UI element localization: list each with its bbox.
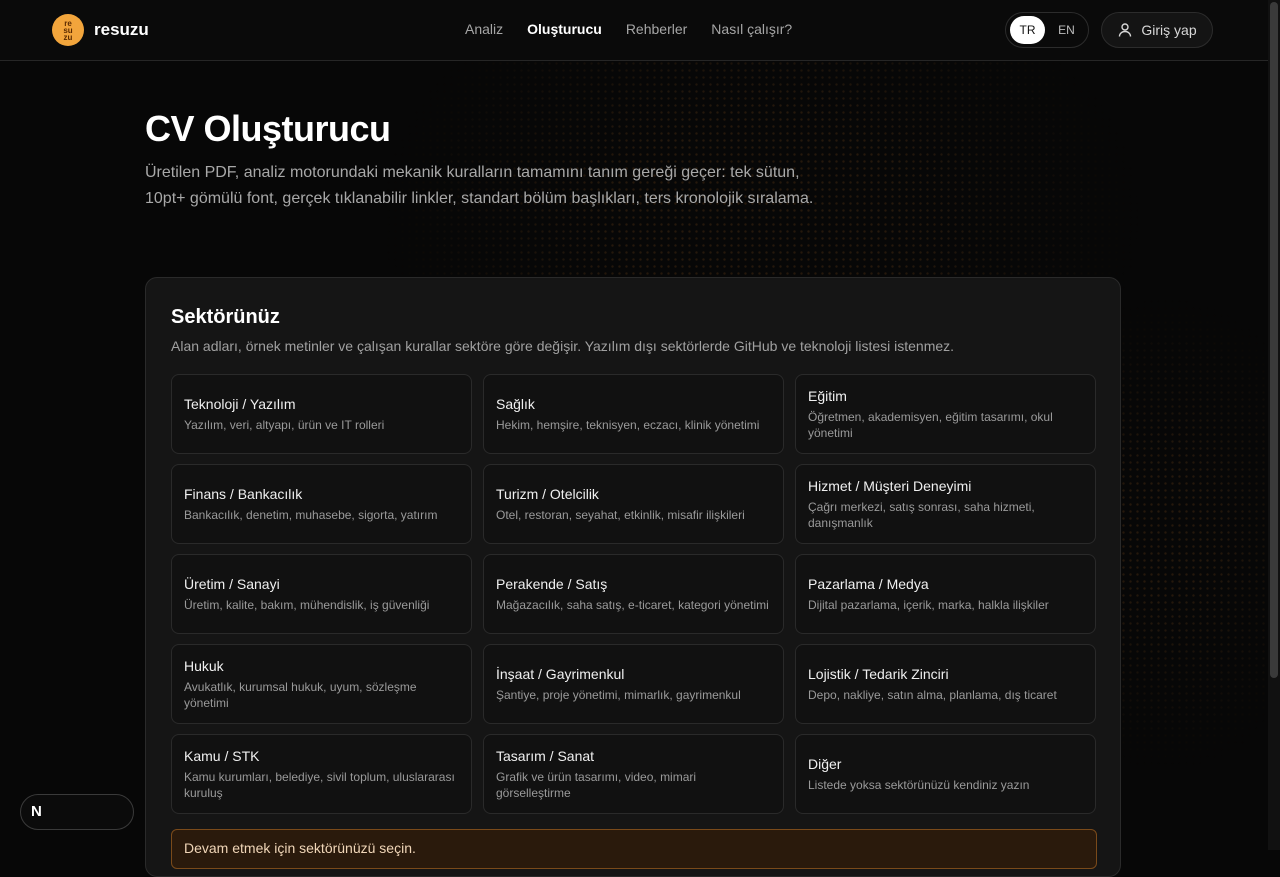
sector-card-hizmet[interactable]: Hizmet / Müşteri Deneyimi Çağrı merkezi, …	[795, 464, 1096, 544]
sector-card-desc: Dijital pazarlama, içerik, marka, halkla…	[808, 597, 1049, 612]
scrollbar-thumb[interactable]	[1270, 2, 1278, 678]
sector-card-title: Diğer	[808, 755, 842, 772]
sector-panel: Sektörünüz Alan adları, örnek metinler v…	[145, 277, 1121, 877]
login-button[interactable]: Giriş yap	[1101, 12, 1213, 48]
sector-card-desc: Otel, restoran, seyahat, etkinlik, misaf…	[496, 507, 745, 522]
sector-card-desc: Yazılım, veri, altyapı, ürün ve IT rolle…	[184, 417, 385, 432]
nav-olusturucu[interactable]: Oluşturucu	[527, 21, 602, 37]
sector-card-saglik[interactable]: Sağlık Hekim, hemşire, teknisyen, eczacı,…	[483, 374, 784, 454]
select-sector-warning: Devam etmek için sektörünüzü seçin.	[171, 829, 1097, 869]
sector-card-title: Tasarım / Sanat	[496, 747, 595, 764]
sector-card-desc: Hekim, hemşire, teknisyen, eczacı, klini…	[496, 417, 760, 432]
sector-card-desc: Mağazacılık, saha satış, e-ticaret, kate…	[496, 597, 769, 612]
sector-card-title: Teknoloji / Yazılım	[184, 395, 296, 412]
sector-description: Alan adları, örnek metinler ve çalışan k…	[171, 338, 955, 354]
sector-card-egitim[interactable]: Eğitim Öğretmen, akademisyen, eğitim tasa…	[795, 374, 1096, 454]
page-lead: Üretilen PDF, analiz motorundaki mekanik…	[145, 164, 814, 207]
top-navbar: re su zu resuzu Analiz Oluşturucu Rehberle…	[0, 0, 1268, 61]
lang-en-button[interactable]: EN	[1049, 16, 1084, 44]
sector-card-title: Kamu / STK	[184, 747, 260, 764]
nav-nasil-calisir[interactable]: Nasıl çalışır?	[711, 21, 792, 37]
sector-card-desc: Bankacılık, denetim, muhasebe, sigorta, …	[184, 507, 438, 522]
nav-rehberler[interactable]: Rehberler	[626, 21, 687, 37]
sector-grid: Teknoloji / Yazılım Yazılım, veri, altyap…	[171, 374, 1096, 814]
sector-card-title: Hukuk	[184, 657, 224, 674]
sector-heading: Sektörünüz	[171, 306, 280, 328]
brand-name: resuzu	[94, 20, 149, 39]
sector-card-desc: Listede yoksa sektörünüzü kendiniz yazın	[808, 777, 1030, 792]
sector-card-desc: Kamu kurumları, belediye, sivil toplum, …	[184, 769, 455, 800]
n-logo-icon: N	[31, 803, 42, 820]
sector-card-kamu[interactable]: Kamu / STK Kamu kurumları, belediye, sivi…	[171, 734, 472, 814]
dev-tools-badge[interactable]: N	[20, 794, 134, 830]
sector-card-title: Hizmet / Müşteri Deneyimi	[808, 477, 972, 494]
sector-card-uretim[interactable]: Üretim / Sanayi Üretim, kalite, bakım, mü…	[171, 554, 472, 634]
sector-card-title: İnşaat / Gayrimenkul	[496, 665, 625, 682]
language-switcher: TR EN	[1005, 12, 1089, 48]
sector-card-lojistik[interactable]: Lojistik / Tedarik Zinciri Depo, nakliye,…	[795, 644, 1096, 724]
main-nav: Analiz Oluşturucu Rehberler Nasıl çalışı…	[465, 21, 792, 37]
nav-analiz[interactable]: Analiz	[465, 21, 503, 37]
sector-card-pazarlama[interactable]: Pazarlama / Medya Dijital pazarlama, içer…	[795, 554, 1096, 634]
logo-mark-icon: re su zu	[52, 14, 84, 46]
sector-card-title: Perakende / Satış	[496, 575, 608, 592]
sector-card-diger[interactable]: Diğer Listede yoksa sektörünüzü kendiniz …	[795, 734, 1096, 814]
user-icon	[1119, 23, 1132, 37]
sector-card-desc: Çağrı merkezi, satış sonrası, saha hizme…	[808, 499, 1035, 530]
sector-card-tasarim[interactable]: Tasarım / Sanat Grafik ve ürün tasarımı, …	[483, 734, 784, 814]
sector-card-title: Üretim / Sanayi	[184, 575, 280, 592]
login-label: Giriş yap	[1141, 22, 1197, 38]
sector-card-insaat[interactable]: İnşaat / Gayrimenkul Şantiye, proje yönet…	[483, 644, 784, 724]
sector-card-hukuk[interactable]: Hukuk Avukatlık, kurumsal hukuk, uyum, sö…	[171, 644, 472, 724]
sector-card-desc: Üretim, kalite, bakım, mühendislik, iş g…	[184, 597, 430, 612]
sector-card-turizm[interactable]: Turizm / Otelcilik Otel, restoran, seyaha…	[483, 464, 784, 544]
sector-card-teknoloji[interactable]: Teknoloji / Yazılım Yazılım, veri, altyap…	[171, 374, 472, 454]
lang-tr-button[interactable]: TR	[1010, 16, 1045, 44]
sector-card-desc: Grafik ve ürün tasarımı, video, mimari g…	[496, 769, 697, 800]
sector-card-perakende[interactable]: Perakende / Satış Mağazacılık, saha satış…	[483, 554, 784, 634]
brand-logo[interactable]: re su zu resuzu	[52, 14, 149, 46]
sector-card-title: Eğitim	[808, 387, 847, 404]
sector-card-title: Sağlık	[496, 395, 535, 412]
sector-card-title: Lojistik / Tedarik Zinciri	[808, 665, 949, 682]
sector-card-title: Finans / Bankacılık	[184, 485, 303, 502]
sector-card-title: Turizm / Otelcilik	[496, 485, 599, 502]
sector-card-desc: Şantiye, proje yönetimi, mimarlık, gayri…	[496, 687, 741, 702]
sector-card-finans[interactable]: Finans / Bankacılık Bankacılık, denetim, …	[171, 464, 472, 544]
sector-card-desc: Depo, nakliye, satın alma, planlama, dış…	[808, 687, 1057, 702]
sector-card-title: Pazarlama / Medya	[808, 575, 929, 592]
page-title: CV Oluşturucu	[145, 108, 391, 149]
sector-card-desc: Öğretmen, akademisyen, eğitim tasarımı, …	[808, 409, 1053, 440]
sector-card-desc: Avukatlık, kurumsal hukuk, uyum, sözleşm…	[184, 679, 417, 710]
